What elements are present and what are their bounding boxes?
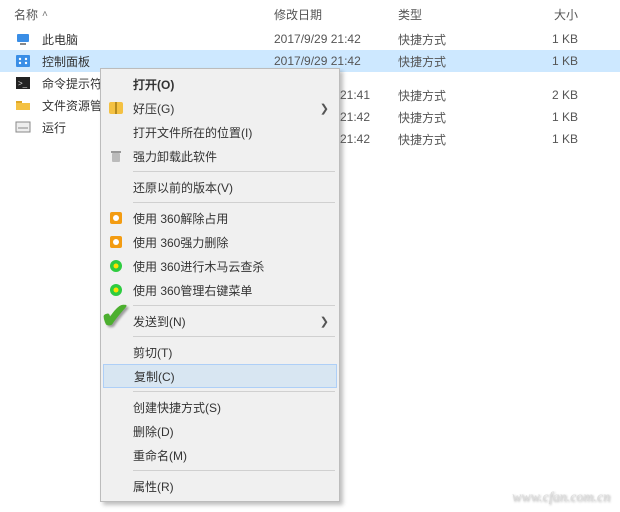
- file-name: 此电脑: [42, 31, 78, 48]
- menu-separator: [133, 305, 335, 306]
- menu-item[interactable]: 剪切(T): [103, 340, 337, 364]
- file-type: 快捷方式: [398, 53, 528, 70]
- menu-item-label: 打开文件所在的位置(I): [133, 124, 329, 141]
- menu-item-label: 使用 360进行木马云查杀: [133, 258, 329, 275]
- menu-separator: [133, 470, 335, 471]
- menu-item[interactable]: 使用 360强力删除: [103, 230, 337, 254]
- table-row[interactable]: 21:42 快捷方式 1 KB: [340, 128, 620, 150]
- explorer-icon: [14, 97, 32, 113]
- menu-item-label: 使用 360强力删除: [133, 234, 329, 251]
- file-date: 21:42: [340, 132, 398, 146]
- file-type: 快捷方式: [398, 131, 528, 148]
- submenu-arrow-icon: ❯: [320, 102, 329, 115]
- col-header-name[interactable]: 名称 ˄: [14, 6, 274, 23]
- menu-item[interactable]: 属性(R): [103, 474, 337, 498]
- column-headers: 名称 ˄ 修改日期 类型 大小: [0, 0, 620, 28]
- file-date: 21:42: [340, 110, 398, 124]
- col-header-size[interactable]: 大小: [528, 6, 588, 23]
- menu-item[interactable]: 还原以前的版本(V): [103, 175, 337, 199]
- cmd-icon: >_: [14, 75, 32, 91]
- menu-item-label: 复制(C): [134, 368, 328, 385]
- file-size: 1 KB: [528, 110, 588, 124]
- menu-item-label: 属性(R): [133, 478, 329, 495]
- blank-icon: [107, 312, 125, 330]
- menu-item[interactable]: 打开(O): [103, 72, 337, 96]
- file-type: 快捷方式: [398, 87, 528, 104]
- menu-item[interactable]: 使用 360解除占用: [103, 206, 337, 230]
- menu-item-label: 打开(O): [133, 76, 329, 93]
- file-date: 2017/9/29 21:42: [274, 32, 398, 46]
- table-row[interactable]: 21:41 快捷方式 2 KB: [340, 84, 620, 106]
- blank-icon: [107, 477, 125, 495]
- table-row[interactable]: 此电脑 2017/9/29 21:42 快捷方式 1 KB: [0, 28, 620, 50]
- svg-text:>_: >_: [18, 79, 28, 88]
- menu-item[interactable]: 使用 360管理右键菜单: [103, 278, 337, 302]
- menu-separator: [133, 202, 335, 203]
- menu-item-label: 还原以前的版本(V): [133, 179, 329, 196]
- menu-item[interactable]: 发送到(N) ❯: [103, 309, 337, 333]
- file-date: 21:41: [340, 88, 398, 102]
- haozip-icon: [107, 99, 125, 117]
- file-name: 命令提示符: [42, 75, 102, 92]
- menu-item-label: 删除(D): [133, 423, 329, 440]
- file-date: 2017/9/29 21:42: [274, 54, 398, 68]
- file-name: 运行: [42, 119, 66, 136]
- control-icon: [14, 53, 32, 69]
- file-type: 快捷方式: [398, 109, 528, 126]
- menu-item[interactable]: 打开文件所在的位置(I): [103, 120, 337, 144]
- menu-item-label: 使用 360管理右键菜单: [133, 282, 329, 299]
- menu-item-label: 创建快捷方式(S): [133, 399, 329, 416]
- menu-item-label: 使用 360解除占用: [133, 210, 329, 227]
- pc-icon: [14, 31, 32, 47]
- file-name: 控制面板: [42, 53, 90, 70]
- 360green-icon: [107, 281, 125, 299]
- menu-item[interactable]: 使用 360进行木马云查杀: [103, 254, 337, 278]
- col-header-type[interactable]: 类型: [398, 6, 528, 23]
- context-menu: 打开(O) 好压(G) ❯ 打开文件所在的位置(I) 强力卸载此软件 还原以前的…: [100, 68, 340, 502]
- file-size: 1 KB: [528, 32, 588, 46]
- menu-item[interactable]: 创建快捷方式(S): [103, 395, 337, 419]
- blank-icon: [107, 446, 125, 464]
- file-size: 2 KB: [528, 88, 588, 102]
- blank-icon: [108, 367, 126, 385]
- blank-icon: [107, 178, 125, 196]
- menu-item-label: 重命名(M): [133, 447, 329, 464]
- run-icon: [14, 119, 32, 135]
- blank-icon: [107, 398, 125, 416]
- menu-item[interactable]: 好压(G) ❯: [103, 96, 337, 120]
- partial-rows: 21:41 快捷方式 2 KB 21:42 快捷方式 1 KB 21:42 快捷…: [340, 84, 620, 150]
- watermark-text: www.cfan.com.cn: [512, 490, 610, 506]
- 360orange-icon: [107, 233, 125, 251]
- blank-icon: [107, 75, 125, 93]
- blank-icon: [107, 123, 125, 141]
- uninstall-icon: [107, 147, 125, 165]
- submenu-arrow-icon: ❯: [320, 315, 329, 328]
- menu-item-label: 剪切(T): [133, 344, 329, 361]
- menu-separator: [133, 171, 335, 172]
- menu-item[interactable]: 删除(D): [103, 419, 337, 443]
- 360green-icon: [107, 257, 125, 275]
- menu-item-label: 强力卸载此软件: [133, 148, 329, 165]
- file-size: 1 KB: [528, 54, 588, 68]
- blank-icon: [107, 343, 125, 361]
- menu-separator: [133, 336, 335, 337]
- file-type: 快捷方式: [398, 31, 528, 48]
- blank-icon: [107, 422, 125, 440]
- col-header-date[interactable]: 修改日期: [274, 6, 398, 23]
- menu-item-label: 发送到(N): [133, 313, 312, 330]
- file-size: 1 KB: [528, 132, 588, 146]
- menu-item[interactable]: 强力卸载此软件: [103, 144, 337, 168]
- menu-item[interactable]: 复制(C): [103, 364, 337, 388]
- menu-item-label: 好压(G): [133, 100, 312, 117]
- menu-separator: [133, 391, 335, 392]
- menu-item[interactable]: 重命名(M): [103, 443, 337, 467]
- 360orange-icon: [107, 209, 125, 227]
- table-row[interactable]: 21:42 快捷方式 1 KB: [340, 106, 620, 128]
- col-header-name-label: 名称: [14, 6, 38, 23]
- sort-caret-icon: ˄: [42, 9, 48, 20]
- file-name: 文件资源管: [42, 97, 102, 114]
